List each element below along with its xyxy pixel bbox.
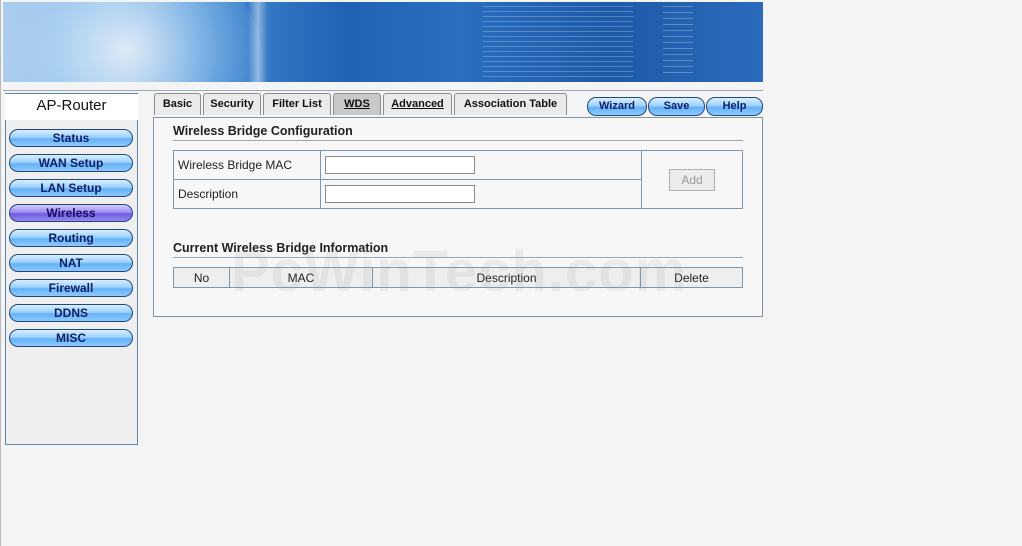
- nav-wan-setup-button[interactable]: WAN Setup: [9, 154, 133, 172]
- tab-label: Basic: [162, 98, 193, 110]
- add-cell: Add: [641, 150, 743, 209]
- tab-label: Advanced: [391, 98, 444, 110]
- nav-misc-button[interactable]: MISC: [9, 329, 133, 347]
- header-banner: [3, 2, 763, 82]
- column-header-description: Description: [372, 267, 641, 288]
- column-header-mac: MAC: [229, 267, 373, 288]
- banner-light-band: [248, 2, 268, 82]
- banner-text-texture: [483, 6, 633, 78]
- save-button[interactable]: Save: [648, 97, 705, 116]
- nav-wireless-button[interactable]: Wireless: [9, 204, 133, 222]
- wizard-button[interactable]: Wizard: [587, 97, 647, 116]
- add-button[interactable]: Add: [669, 168, 715, 191]
- info-section-title: Current Wireless Bridge Information: [173, 241, 389, 255]
- nav-firewall-button[interactable]: Firewall: [9, 279, 133, 297]
- mac-input-cell: [320, 150, 642, 180]
- bridge-info-table: No MAC Description Delete: [173, 267, 743, 288]
- column-header-delete: Delete: [640, 267, 743, 288]
- sidebar-title: AP-Router: [5, 94, 138, 120]
- tab-wds[interactable]: WDS: [333, 93, 381, 115]
- config-section-rule: [173, 140, 743, 141]
- bridge-config-table: Wireless Bridge MAC Add Description: [173, 150, 743, 209]
- description-input[interactable]: [325, 185, 475, 203]
- mac-label: Wireless Bridge MAC: [173, 150, 321, 180]
- bridge-mac-input[interactable]: [325, 156, 475, 174]
- info-section-rule: [173, 257, 743, 258]
- header-divider: [3, 90, 763, 91]
- tab-security[interactable]: Security: [203, 93, 261, 115]
- description-label: Description: [173, 179, 321, 209]
- column-header-no: No: [173, 267, 230, 288]
- nav-lan-setup-button[interactable]: LAN Setup: [9, 179, 133, 197]
- wds-panel: Wireless Bridge Configuration Wireless B…: [153, 117, 763, 317]
- nav-nat-button[interactable]: NAT: [9, 254, 133, 272]
- help-button[interactable]: Help: [706, 97, 763, 116]
- tab-basic[interactable]: Basic: [154, 93, 201, 115]
- banner-text-texture-2: [663, 6, 693, 78]
- description-input-cell: [320, 179, 642, 209]
- tab-filter-list[interactable]: Filter List: [263, 93, 331, 115]
- tab-advanced[interactable]: Advanced: [383, 93, 452, 115]
- nav-status-button[interactable]: Status: [9, 129, 133, 147]
- nav-routing-button[interactable]: Routing: [9, 229, 133, 247]
- tab-label: WDS: [344, 98, 370, 110]
- tab-association-table[interactable]: Association Table: [454, 93, 567, 115]
- tab-label: Security: [210, 98, 254, 110]
- tab-label: Association Table: [463, 98, 558, 110]
- nav-ddns-button[interactable]: DDNS: [9, 304, 133, 322]
- globe-graphic: [3, 2, 263, 82]
- config-section-title: Wireless Bridge Configuration: [173, 124, 353, 138]
- tab-label: Filter List: [272, 98, 322, 110]
